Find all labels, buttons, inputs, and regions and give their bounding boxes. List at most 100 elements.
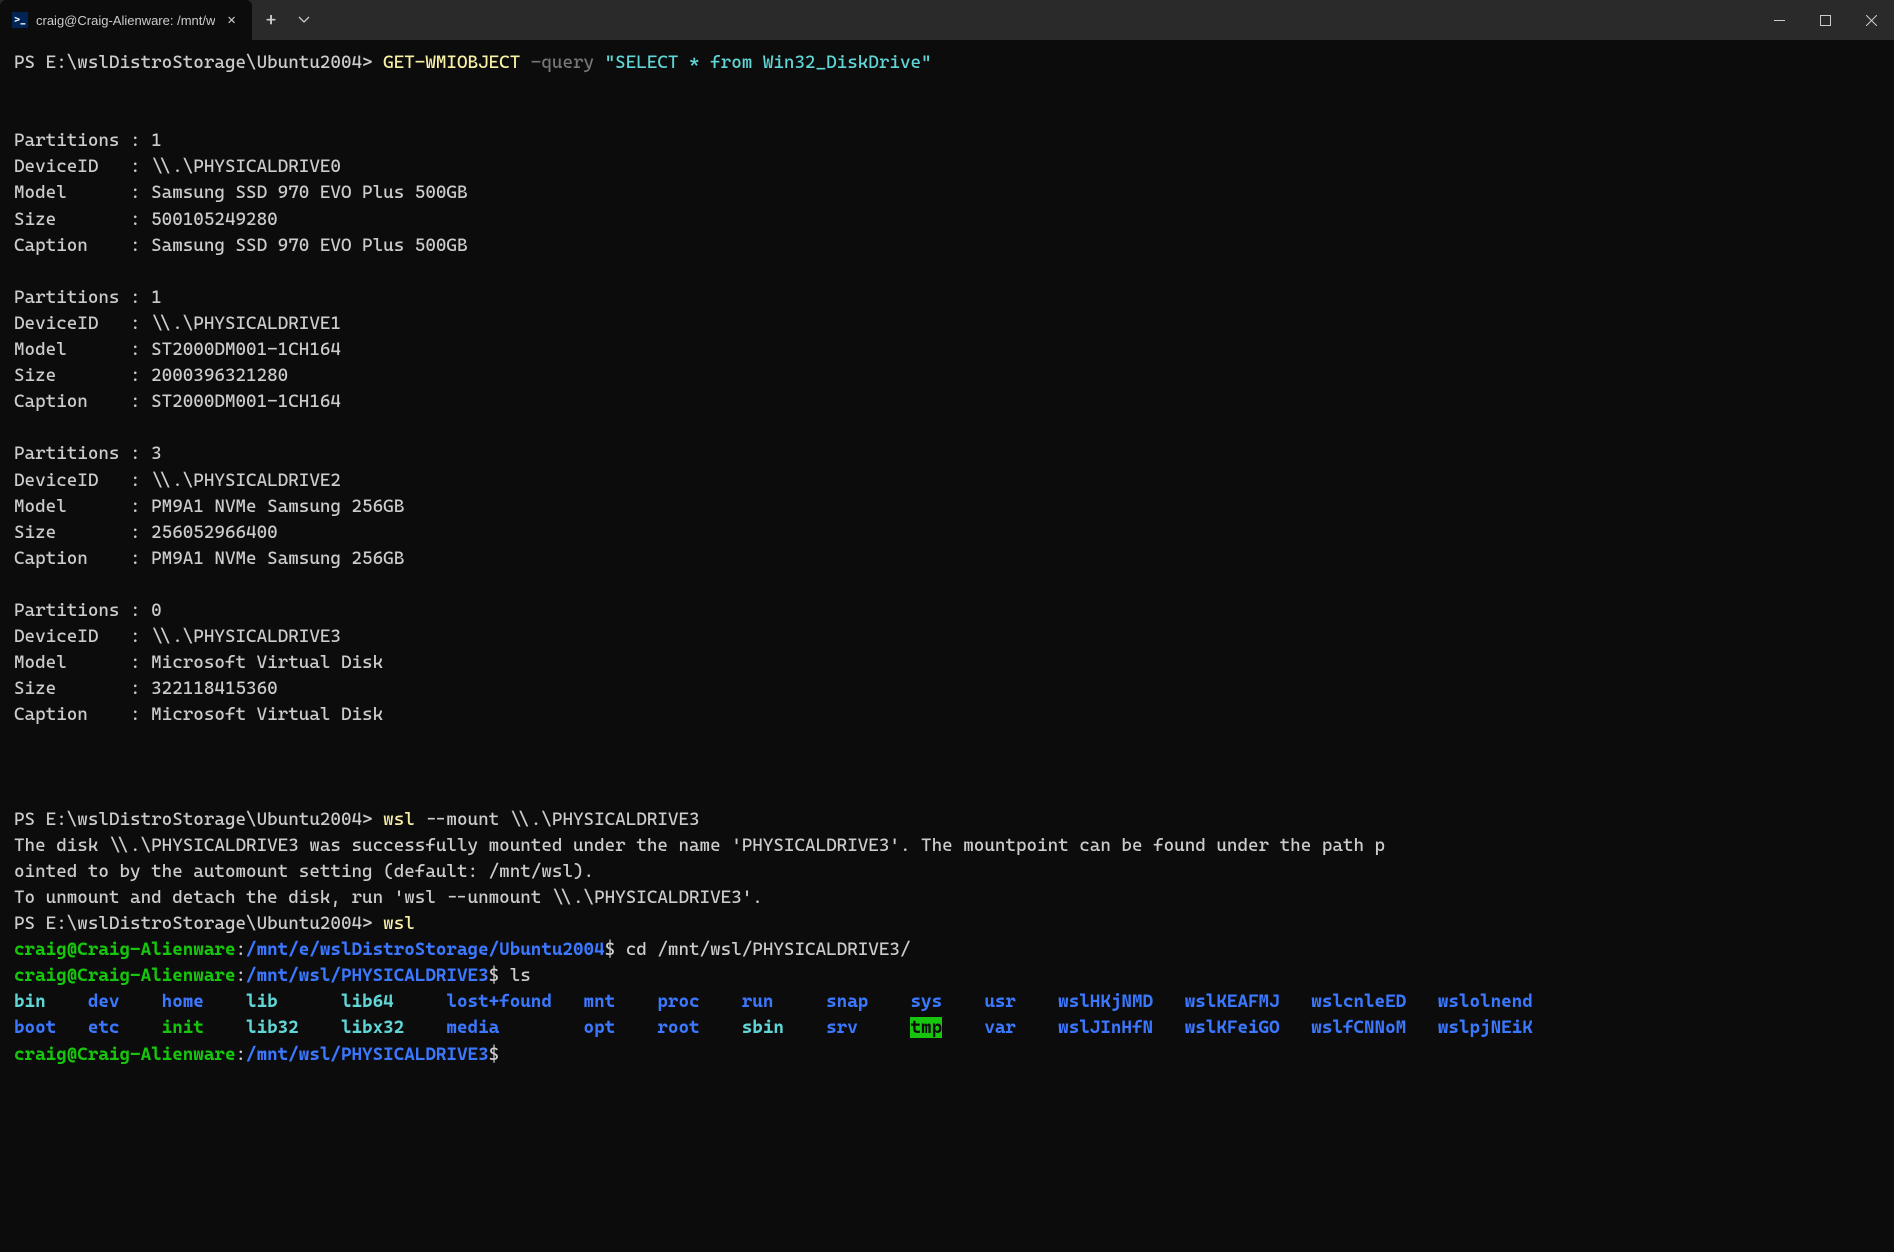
prop-value: 1 <box>151 287 162 308</box>
drive-property: Model : Samsung SSD 970 EVO Plus 500GB <box>14 180 1880 206</box>
ls-entry: snap <box>826 991 868 1012</box>
drive-property: DeviceID : \\.\PHYSICALDRIVE0 <box>14 154 1880 180</box>
prop-value: 322118415360 <box>151 678 278 699</box>
ps-prompt: PS E:\wslDistroStorage\Ubuntu2004> <box>14 52 383 73</box>
prop-sep: : <box>130 209 151 230</box>
active-tab[interactable]: >_ craig@Craig-Alienware: /mnt/w ✕ <box>0 0 252 40</box>
prop-key: Size <box>14 365 130 386</box>
drive-property: Model : PM9A1 NVMe Samsung 256GB <box>14 494 1880 520</box>
cmd-name: wsl <box>383 809 415 830</box>
output-line: The disk \\.\PHYSICALDRIVE3 was successf… <box>14 833 1880 859</box>
bash-path: /mnt/wsl/PHYSICALDRIVE3 <box>246 965 489 986</box>
output-text: To unmount and detach the disk, run 'wsl… <box>14 887 763 908</box>
prop-value: \\.\PHYSICALDRIVE3 <box>151 626 341 647</box>
bash-user: craig@Craig-Alienware <box>14 939 235 960</box>
ls-entry: opt <box>584 1017 616 1038</box>
dollar: $ <box>605 939 626 960</box>
ls-entry: wslcnleED <box>1311 991 1406 1012</box>
output-line: ointed to by the automount setting (defa… <box>14 859 1880 885</box>
prop-key: Caption <box>14 704 130 725</box>
powershell-icon: >_ <box>12 12 28 28</box>
prop-sep: : <box>130 678 151 699</box>
prop-value: \\.\PHYSICALDRIVE2 <box>151 470 341 491</box>
ls-entry: wslfCNNoM <box>1311 1017 1406 1038</box>
ls-row: bin dev home lib lib64 lost+found mnt pr… <box>14 989 1880 1015</box>
ls-entry: sbin <box>742 1017 784 1038</box>
new-tab-button[interactable]: + <box>252 10 291 31</box>
colon: : <box>235 965 246 986</box>
ls-entry: usr <box>984 991 1016 1012</box>
ls-entry: etc <box>88 1017 120 1038</box>
command-line: PS E:\wslDistroStorage\Ubuntu2004> wsl -… <box>14 807 1880 833</box>
prop-key: Partitions <box>14 130 130 151</box>
prop-sep: : <box>130 470 151 491</box>
window-controls <box>1756 0 1894 40</box>
prop-value: Microsoft Virtual Disk <box>151 652 383 673</box>
prop-key: Partitions <box>14 443 130 464</box>
prop-sep: : <box>130 704 151 725</box>
prop-sep: : <box>130 600 151 621</box>
prop-value: PM9A1 NVMe Samsung 256GB <box>151 496 404 517</box>
drive-property: DeviceID : \\.\PHYSICALDRIVE3 <box>14 624 1880 650</box>
ls-entry: libx32 <box>341 1017 404 1038</box>
tab-title: craig@Craig-Alienware: /mnt/w <box>36 13 215 28</box>
prop-value: ST2000DM001-1CH164 <box>151 339 341 360</box>
drive-property: Model : ST2000DM001-1CH164 <box>14 337 1880 363</box>
bash-path: /mnt/wsl/PHYSICALDRIVE3 <box>246 1044 489 1065</box>
prop-key: DeviceID <box>14 626 130 647</box>
cmd-args: --mount \\.\PHYSICALDRIVE3 <box>415 809 700 830</box>
prop-value: Samsung SSD 970 EVO Plus 500GB <box>151 182 467 203</box>
bash-prompt: craig@Craig-Alienware:/mnt/wsl/PHYSICALD… <box>14 963 1880 989</box>
drive-property: Size : 256052966400 <box>14 520 1880 546</box>
prop-key: Caption <box>14 235 130 256</box>
prop-value: 256052966400 <box>151 522 278 543</box>
prop-sep: : <box>130 313 151 334</box>
colon: : <box>235 1044 246 1065</box>
dollar: $ <box>489 1044 500 1065</box>
bash-user: craig@Craig-Alienware <box>14 1044 235 1065</box>
prop-key: Size <box>14 522 130 543</box>
tab-strip: >_ craig@Craig-Alienware: /mnt/w ✕ + <box>0 0 318 40</box>
prop-value: 500105249280 <box>151 209 278 230</box>
cmd-name: wsl <box>383 913 415 934</box>
drive-property: Caption : Microsoft Virtual Disk <box>14 702 1880 728</box>
prop-key: DeviceID <box>14 313 130 334</box>
drive-property: Partitions : 1 <box>14 285 1880 311</box>
prop-sep: : <box>130 548 151 569</box>
maximize-button[interactable] <box>1802 0 1848 40</box>
ls-entry: mnt <box>584 991 616 1012</box>
cmd-flag: -query <box>520 52 594 73</box>
prop-value: Microsoft Virtual Disk <box>151 704 383 725</box>
output-text: ointed to by the automount setting (defa… <box>14 861 594 882</box>
prop-value: \\.\PHYSICALDRIVE1 <box>151 313 341 334</box>
prop-value: 1 <box>151 130 162 151</box>
prop-value: 2000396321280 <box>151 365 288 386</box>
ls-entry: root <box>657 1017 699 1038</box>
ls-entry: lost+found <box>446 991 551 1012</box>
close-window-button[interactable] <box>1848 0 1894 40</box>
minimize-button[interactable] <box>1756 0 1802 40</box>
cmd-arg: "SELECT * from Win32_DiskDrive" <box>594 52 932 73</box>
ls-entry: home <box>162 991 204 1012</box>
drive-property: Size : 500105249280 <box>14 207 1880 233</box>
titlebar: >_ craig@Craig-Alienware: /mnt/w ✕ + <box>0 0 1894 40</box>
tab-dropdown-button[interactable] <box>290 10 318 31</box>
prop-key: Caption <box>14 548 130 569</box>
prop-value: PM9A1 NVMe Samsung 256GB <box>151 548 404 569</box>
drive-property: DeviceID : \\.\PHYSICALDRIVE2 <box>14 468 1880 494</box>
ls-entry: wslJInHfN <box>1058 1017 1153 1038</box>
prop-sep: : <box>130 287 151 308</box>
prop-value: ST2000DM001-1CH164 <box>151 391 341 412</box>
prop-value: \\.\PHYSICALDRIVE0 <box>151 156 341 177</box>
terminal-body[interactable]: PS E:\wslDistroStorage\Ubuntu2004> GET-W… <box>0 40 1894 1252</box>
close-tab-button[interactable]: ✕ <box>223 10 239 30</box>
ls-entry: dev <box>88 991 120 1012</box>
ls-entry: media <box>446 1017 499 1038</box>
ls-entry: init <box>162 1017 204 1038</box>
drive-property: Model : Microsoft Virtual Disk <box>14 650 1880 676</box>
bash-prompt: craig@Craig-Alienware:/mnt/wsl/PHYSICALD… <box>14 1042 1880 1068</box>
ls-entry: wslolnend <box>1438 991 1533 1012</box>
drive-property: Size : 322118415360 <box>14 676 1880 702</box>
drive-property: Partitions : 1 <box>14 128 1880 154</box>
prop-value: Samsung SSD 970 EVO Plus 500GB <box>151 235 467 256</box>
